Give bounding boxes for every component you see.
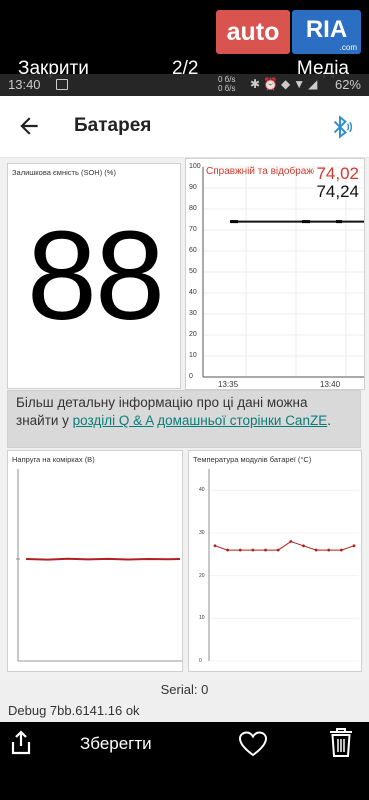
brand-auto: auto bbox=[216, 10, 290, 54]
share-icon[interactable] bbox=[10, 730, 32, 756]
temp-point bbox=[314, 548, 318, 552]
soh-value: 88 bbox=[26, 205, 165, 346]
temp-point bbox=[327, 548, 331, 552]
brand-ria: RIA .com bbox=[292, 10, 361, 54]
temp-point bbox=[302, 544, 305, 548]
soh-title: Залишкова ємність (SOH) (%) bbox=[12, 168, 116, 177]
temp-point bbox=[251, 548, 255, 552]
network-speed: 0 б/s 0 б/s bbox=[218, 75, 236, 93]
temp-point bbox=[238, 548, 242, 552]
temp-point bbox=[352, 544, 356, 548]
temp-point bbox=[289, 540, 293, 543]
temp-point bbox=[339, 548, 343, 552]
temp-ytick: 40 bbox=[199, 487, 205, 494]
serial-label: Serial: 0 bbox=[0, 680, 369, 700]
trash-icon[interactable] bbox=[328, 726, 354, 758]
cell-voltage-chart: Напруга на комірках (В) bbox=[7, 450, 183, 672]
real-ytick: 80 bbox=[189, 205, 197, 212]
temp-ytick: 30 bbox=[199, 530, 205, 536]
real-ytick: 30 bbox=[189, 310, 197, 317]
info-text-end: . bbox=[327, 413, 331, 428]
real-xtick: 13:35 bbox=[218, 380, 239, 389]
android-status-bar: 13:40 0 б/s 0 б/s ✱⏰◆▼◢ 62% bbox=[0, 74, 369, 96]
real-displayed-chart: 100 90 80 70 60 50 40 30 20 10 0 Справжній та відо… bbox=[185, 158, 365, 390]
bluetooth-icon[interactable] bbox=[327, 114, 353, 140]
real-ytick: 10 bbox=[189, 352, 197, 359]
content-area: Залишкова ємність (SOH) (%) 88 100 90 80 70… bbox=[0, 158, 369, 680]
homepage-link[interactable]: домашньої сторінки CanZE bbox=[157, 413, 327, 428]
real-value-red: 74,02 bbox=[316, 164, 359, 183]
heart-icon[interactable] bbox=[238, 730, 268, 758]
real-xtick: 13:40 bbox=[320, 380, 341, 389]
temp-ytick: 20 bbox=[199, 572, 205, 579]
back-arrow-icon[interactable] bbox=[16, 113, 42, 139]
temp-point bbox=[276, 548, 280, 552]
temp-point bbox=[226, 548, 230, 552]
real-ytick: 90 bbox=[189, 184, 197, 191]
bottom-action-bar: Зберегти bbox=[0, 722, 369, 800]
temp-ytick: 0 bbox=[199, 658, 202, 664]
debug-label: Debug 7bb.6141.16 ok bbox=[0, 700, 369, 722]
temp-ytick: 10 bbox=[199, 615, 205, 622]
autoria-logo[interactable]: auto RIA .com bbox=[216, 10, 361, 54]
battery-level: 62% bbox=[334, 77, 361, 92]
real-ytick: 60 bbox=[189, 247, 197, 254]
app-header: Батарея bbox=[0, 96, 369, 158]
image-icon bbox=[56, 79, 68, 90]
real-ytick: 0 bbox=[189, 373, 193, 380]
real-ytick: 70 bbox=[189, 226, 197, 233]
real-ytick: 100 bbox=[189, 163, 201, 170]
real-value-black: 74,24 bbox=[316, 182, 359, 201]
screen: auto RIA .com Закрити 2/2 Медіа 13:40 0 б… bbox=[0, 0, 369, 800]
status-time: 13:40 bbox=[8, 77, 41, 92]
module-temperature-chart: Температура модулів батареї (°C) 40 30 20 1… bbox=[188, 450, 362, 672]
save-button[interactable]: Зберегти bbox=[80, 734, 152, 754]
info-box: Більш детальну інформацію про ці дані мо… bbox=[7, 390, 361, 448]
temp-point bbox=[264, 548, 267, 552]
real-ytick: 40 bbox=[189, 289, 197, 296]
real-ytick: 50 bbox=[189, 268, 197, 275]
temp-point bbox=[213, 544, 217, 548]
soh-panel: Залишкова ємність (SOH) (%) 88 bbox=[7, 163, 181, 389]
temp-series-line bbox=[214, 540, 355, 551]
real-chart-title: Справжній та відображений bbox=[206, 166, 314, 177]
temp-chart-svg bbox=[208, 469, 359, 662]
page-title: Батарея bbox=[74, 115, 152, 136]
volt-chart-svg bbox=[16, 469, 182, 662]
real-ytick: 20 bbox=[189, 331, 197, 338]
volt-series-line bbox=[25, 557, 181, 561]
status-icons: ✱⏰◆▼◢ bbox=[250, 77, 321, 91]
qa-link[interactable]: розділі Q & A bbox=[73, 413, 154, 428]
